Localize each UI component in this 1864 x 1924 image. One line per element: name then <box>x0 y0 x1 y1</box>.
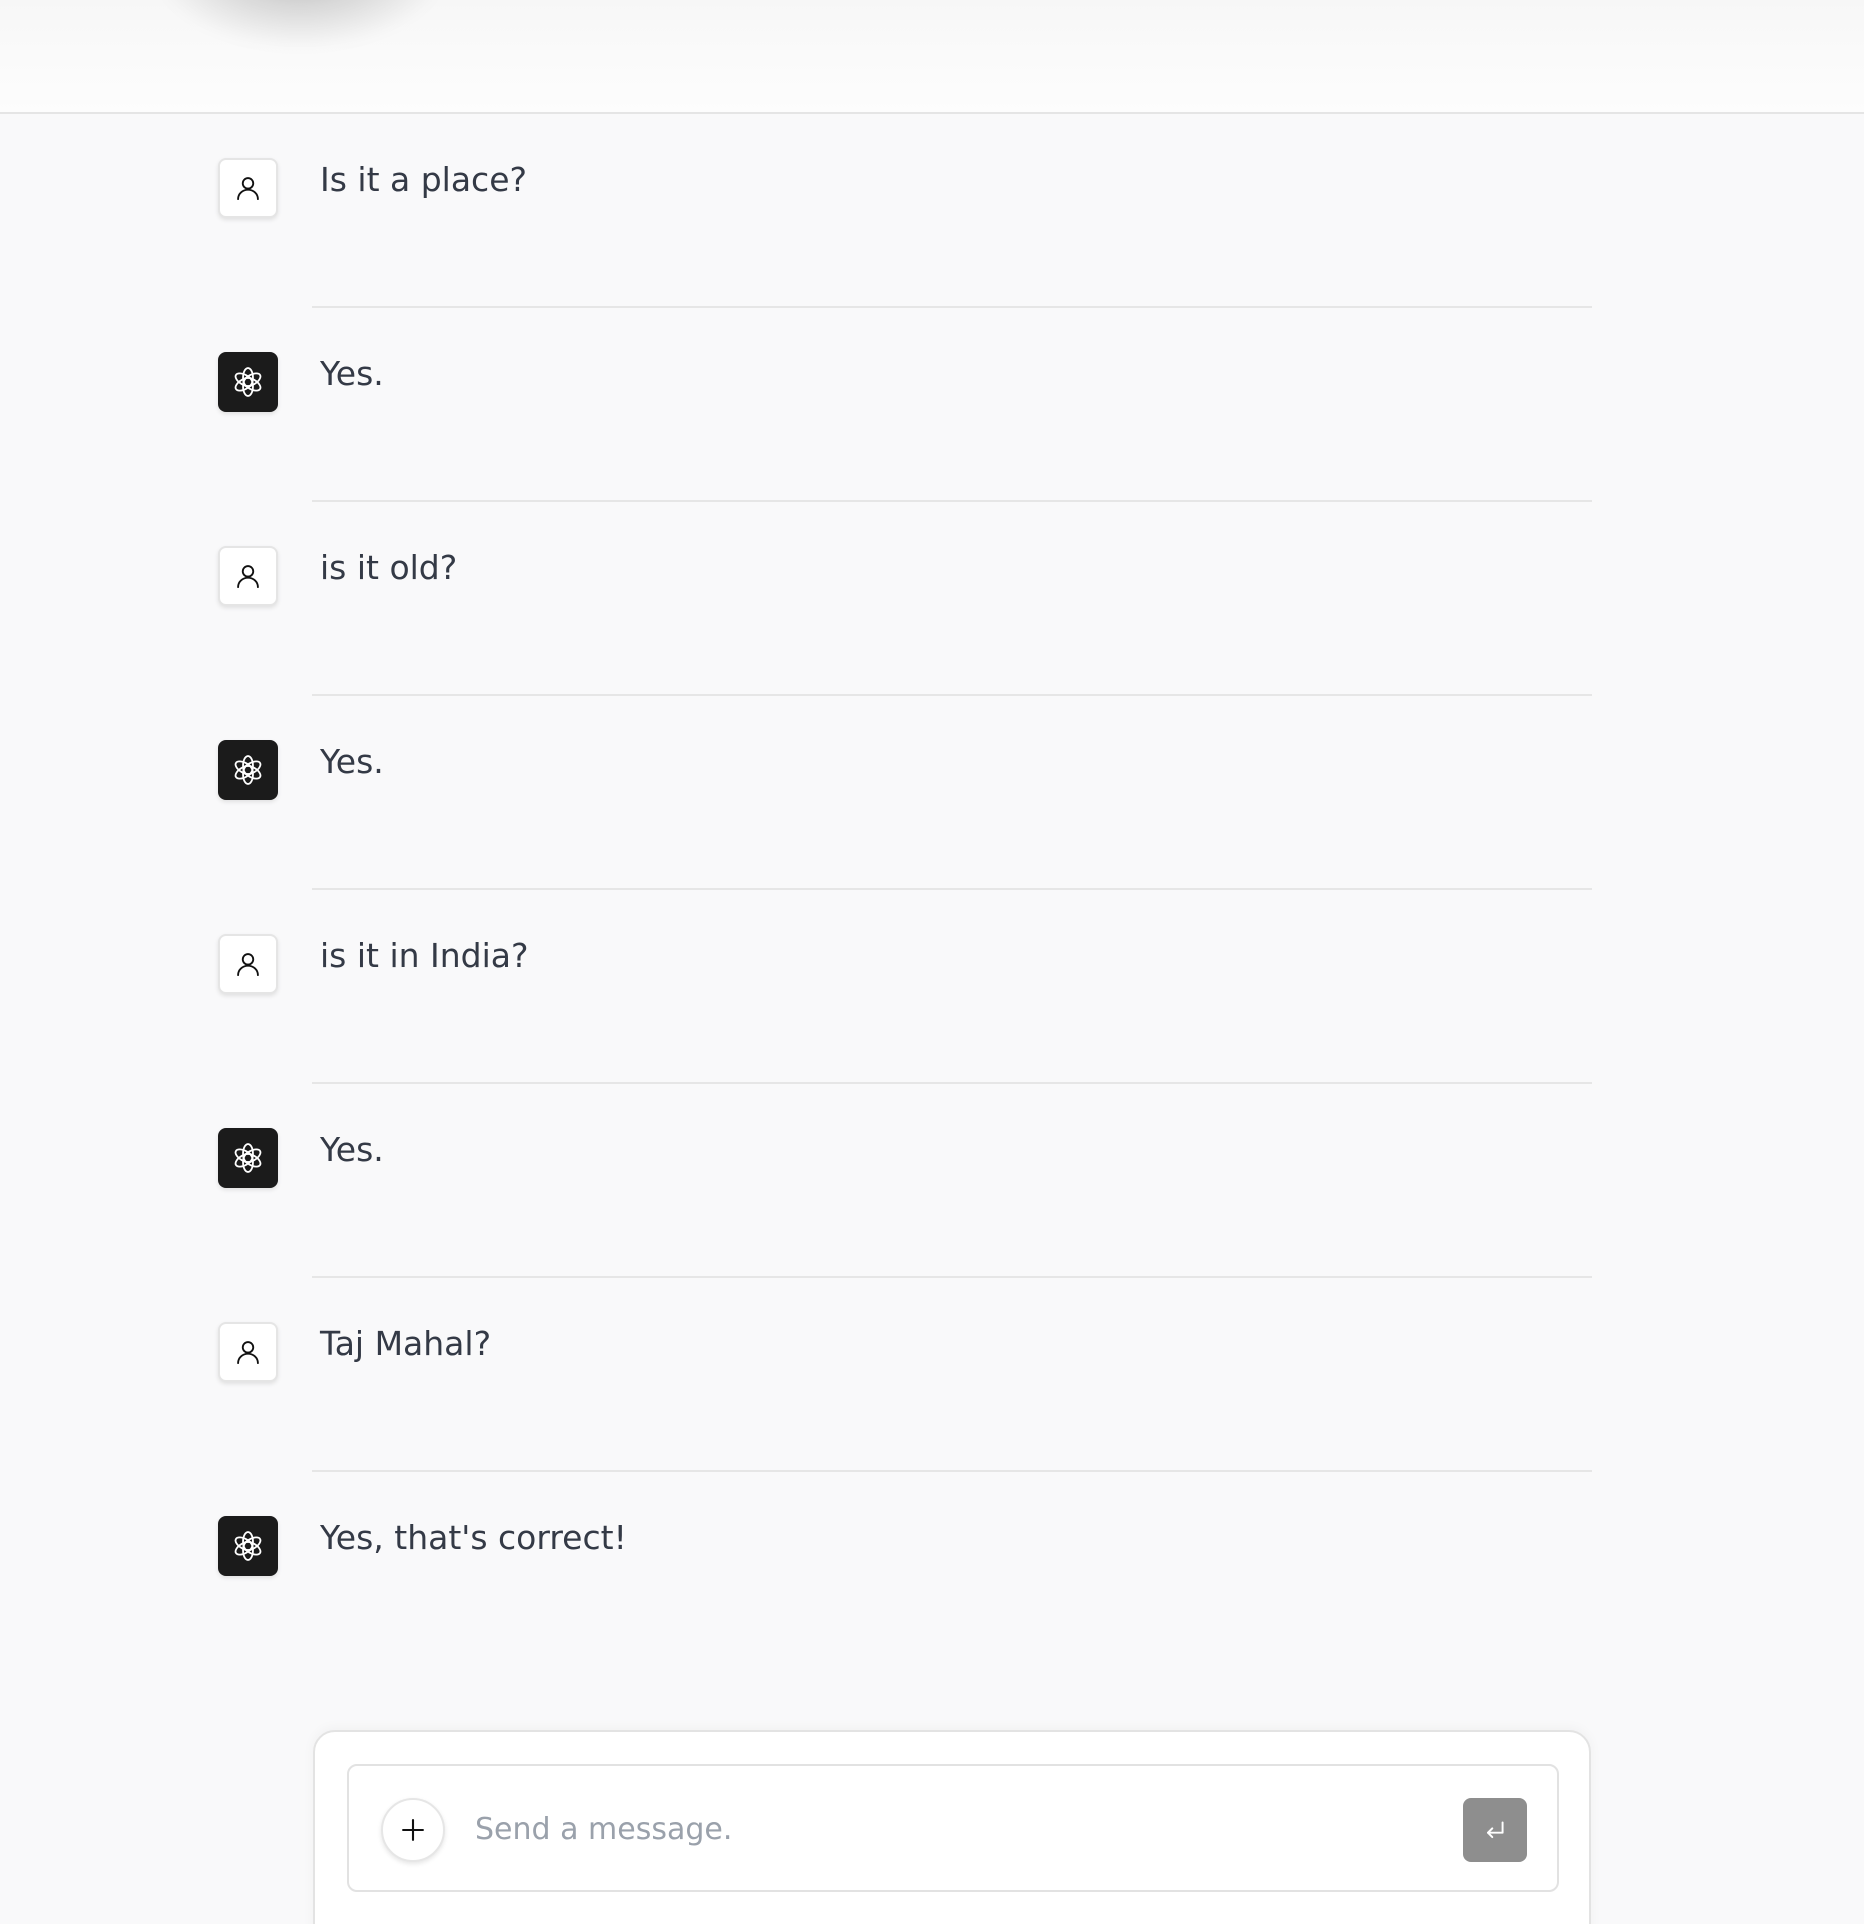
plus-icon <box>402 1819 424 1841</box>
message-row-assistant: Yes, that's correct! <box>0 1472 1864 1666</box>
assistant-avatar <box>218 1128 278 1188</box>
message-row-assistant: Yes. <box>0 696 1864 890</box>
user-icon <box>237 177 259 201</box>
message-row-user: is it in India? <box>0 890 1864 1084</box>
message-text: Yes. <box>320 1130 384 1169</box>
message-row-user: Is it a place? <box>0 114 1864 308</box>
user-icon <box>237 1341 259 1365</box>
message-text: is it in India? <box>320 936 529 975</box>
user-icon <box>237 953 259 977</box>
message-text: Yes, that's correct! <box>320 1518 627 1557</box>
send-button[interactable] <box>1463 1798 1527 1862</box>
message-text: Is it a place? <box>320 160 528 199</box>
openai-logo-icon <box>234 755 262 785</box>
message-row-assistant: Yes. <box>0 308 1864 502</box>
assistant-avatar <box>218 1516 278 1576</box>
message-text: Yes. <box>320 354 384 393</box>
user-icon <box>237 565 259 589</box>
message-thread: Is it a place? Yes. is it old? Yes. is i… <box>0 114 1864 1666</box>
chat-page: Is it a place? Yes. is it old? Yes. is i… <box>0 0 1864 1924</box>
message-text: Yes. <box>320 742 384 781</box>
header-shadow <box>150 0 450 50</box>
openai-logo-icon <box>234 1143 262 1173</box>
top-bar <box>0 0 1864 114</box>
message-row-user: is it old? <box>0 502 1864 696</box>
openai-logo-icon <box>234 367 262 397</box>
message-text: Taj Mahal? <box>320 1324 492 1363</box>
openai-logo-icon <box>234 1531 262 1561</box>
enter-arrow-icon <box>1486 1821 1504 1839</box>
message-composer <box>313 1730 1591 1924</box>
assistant-avatar <box>218 740 278 800</box>
user-avatar <box>218 546 278 606</box>
user-avatar <box>218 934 278 994</box>
assistant-avatar <box>218 352 278 412</box>
user-avatar <box>218 158 278 218</box>
user-avatar <box>218 1322 278 1382</box>
message-text: is it old? <box>320 548 458 587</box>
message-row-assistant: Yes. <box>0 1084 1864 1278</box>
message-input[interactable] <box>473 1792 1377 1866</box>
message-input-box <box>347 1764 1559 1892</box>
attach-button[interactable] <box>381 1798 445 1862</box>
message-row-user: Taj Mahal? <box>0 1278 1864 1472</box>
